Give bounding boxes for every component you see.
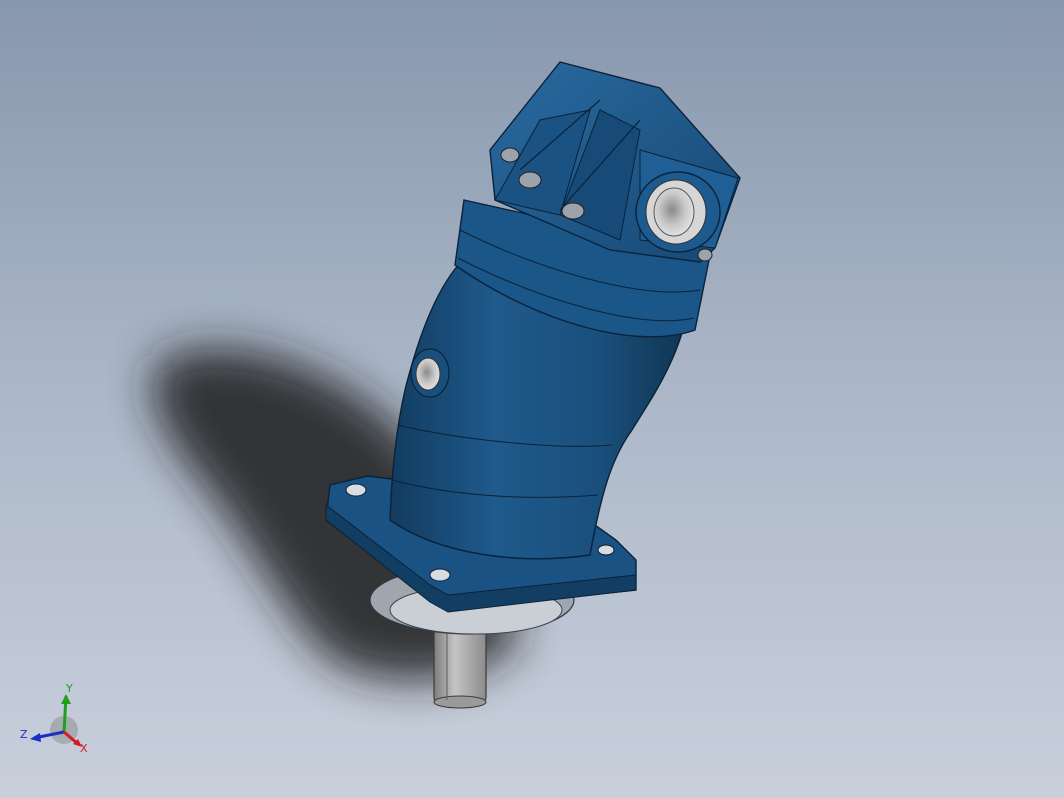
3d-model-view[interactable] — [0, 0, 1064, 798]
z-axis-arrowhead — [30, 733, 41, 742]
graphics-viewport[interactable]: Y Z X — [0, 0, 1064, 798]
bolt-head — [500, 147, 520, 163]
x-axis-label: X — [80, 742, 88, 755]
y-axis-arrowhead — [61, 694, 71, 704]
bolt-head — [561, 202, 585, 220]
y-axis-label: Y — [65, 682, 73, 695]
bolt-head — [697, 248, 713, 262]
side-port[interactable] — [410, 348, 450, 398]
bolt-head — [518, 171, 542, 189]
flange-bolt-hole — [429, 568, 451, 582]
flange-bolt-hole — [597, 544, 615, 556]
main-port[interactable] — [635, 171, 721, 253]
view-orientation-triad[interactable]: Y Z X — [14, 682, 94, 762]
z-axis-label: Z — [20, 728, 28, 741]
flange-bolt-hole — [345, 483, 367, 497]
